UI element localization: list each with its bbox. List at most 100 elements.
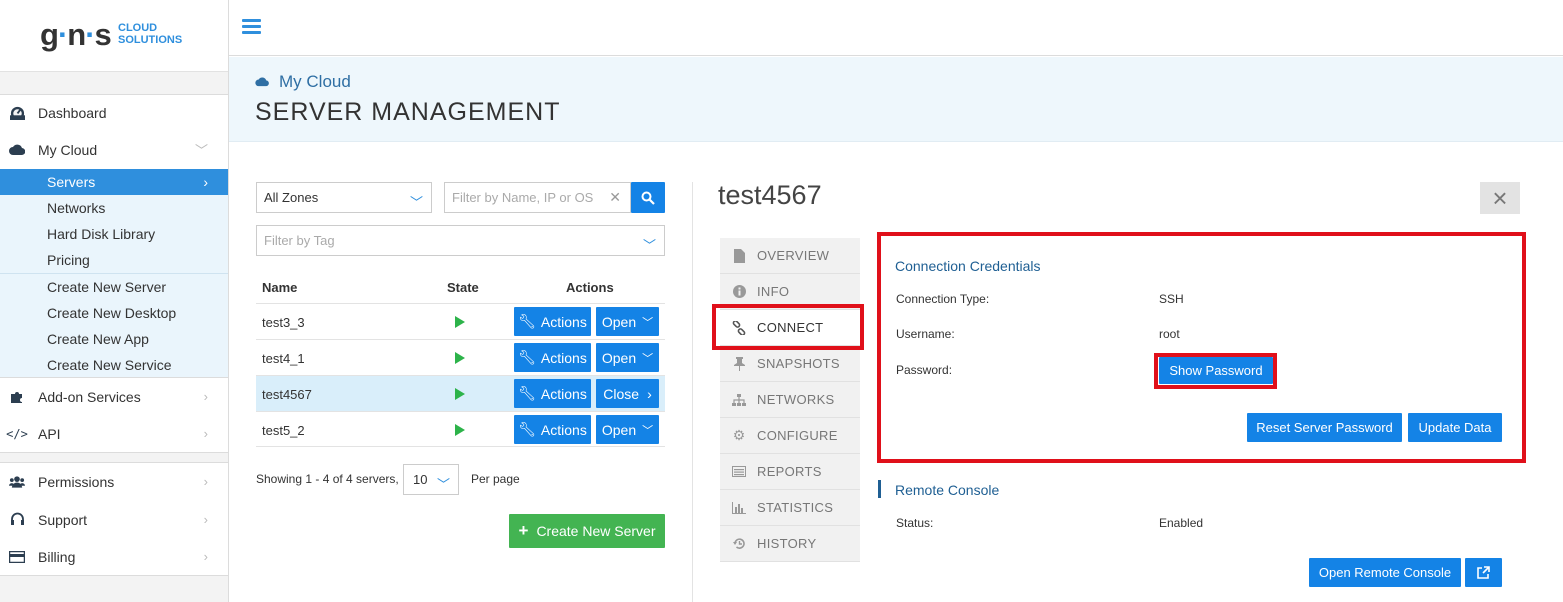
- bar-chart-icon: [732, 501, 746, 515]
- running-icon: [455, 424, 465, 436]
- actions-button[interactable]: 🔧︎ Actions: [514, 343, 591, 372]
- per-page-select[interactable]: 10 ﹀: [403, 464, 459, 495]
- sidebar-subitem-create-app[interactable]: Create New App: [0, 326, 228, 352]
- actions-button-label: Actions: [540, 421, 587, 438]
- table-row[interactable]: test4_1 🔧︎ Actions Open ﹀: [256, 339, 665, 375]
- sidebar-subitem-create-desktop[interactable]: Create New Desktop: [0, 300, 228, 326]
- sidebar-item-my-cloud[interactable]: My Cloud ﹀: [0, 131, 228, 168]
- tab-snapshots[interactable]: SNAPSHOTS: [720, 346, 860, 382]
- sidebar-item-dashboard[interactable]: Dashboard: [0, 94, 228, 131]
- close-panel-button[interactable]: ×: [1480, 182, 1520, 214]
- reset-password-button[interactable]: Reset Server Password: [1247, 413, 1402, 442]
- running-icon: [455, 352, 465, 364]
- open-button[interactable]: Open ﹀: [596, 343, 659, 372]
- open-button-label: Open: [601, 313, 637, 330]
- sidebar-subitem-label: Hard Disk Library: [47, 226, 156, 242]
- actions-button-label: Actions: [540, 349, 587, 366]
- sidebar-item-label: Support: [38, 511, 88, 528]
- tab-label: REPORTS: [757, 464, 822, 479]
- clear-icon[interactable]: ✕: [609, 189, 621, 206]
- tab-overview[interactable]: OVERVIEW: [720, 238, 860, 274]
- open-external-button[interactable]: [1465, 558, 1502, 587]
- sidebar: g·n·s CLOUD SOLUTIONS Dashboard My Cloud …: [0, 0, 229, 602]
- page-title: SERVER MANAGEMENT: [255, 98, 561, 126]
- sidebar-item-billing[interactable]: Billing ›: [0, 538, 228, 575]
- tab-label: CONFIGURE: [757, 428, 838, 443]
- pagination-summary: Showing 1 - 4 of 4 servers,: [256, 472, 399, 486]
- username-value: root: [1159, 327, 1180, 341]
- tab-history[interactable]: HISTORY: [720, 526, 860, 562]
- wrench-icon: 🔧︎: [518, 313, 536, 329]
- close-icon: ×: [1492, 182, 1508, 213]
- logo[interactable]: g·n·s CLOUD SOLUTIONS: [0, 0, 228, 72]
- chevron-down-icon: ﹀: [194, 143, 208, 158]
- tab-networks[interactable]: NETWORKS: [720, 382, 860, 418]
- section-accent: [878, 480, 881, 498]
- users-icon: [9, 474, 25, 490]
- zone-select[interactable]: All Zones ﹀: [256, 182, 432, 213]
- open-button-label: Open: [601, 421, 637, 438]
- update-data-button[interactable]: Update Data: [1408, 413, 1502, 442]
- sidebar-item-permissions[interactable]: Permissions ›: [0, 463, 228, 500]
- sidebar-item-label: Billing: [38, 548, 76, 565]
- connection-type-value: SSH: [1159, 292, 1184, 306]
- chevron-right-icon: ›: [203, 389, 208, 404]
- tag-filter-placeholder: Filter by Tag: [264, 233, 335, 248]
- wrench-icon: 🔧︎: [518, 349, 536, 365]
- tab-label: NETWORKS: [757, 392, 835, 407]
- server-name: test4_1: [262, 351, 305, 366]
- tab-reports[interactable]: REPORTS: [720, 454, 860, 490]
- sidebar-item-support[interactable]: Support ›: [0, 501, 228, 538]
- open-remote-console-button[interactable]: Open Remote Console: [1309, 558, 1461, 587]
- menu-icon[interactable]: [242, 19, 261, 35]
- table-row[interactable]: test5_2 🔧︎ Actions Open ﹀: [256, 411, 665, 447]
- logo-mark: g·n·s: [40, 17, 112, 52]
- table-row[interactable]: test3_3 🔧︎ Actions Open ﹀: [256, 303, 665, 339]
- actions-button[interactable]: 🔧︎ Actions: [514, 379, 591, 408]
- actions-button[interactable]: 🔧︎ Actions: [514, 307, 591, 336]
- logo-text: CLOUD SOLUTIONS: [118, 22, 183, 46]
- chevron-right-icon: ›: [203, 426, 208, 441]
- sidebar-subitem-pricing[interactable]: Pricing: [0, 247, 228, 273]
- create-new-server-button[interactable]: + Create New Server: [509, 514, 665, 548]
- sidebar-subitem-label: Networks: [47, 200, 106, 216]
- tab-configure[interactable]: ⚙︎ CONFIGURE: [720, 418, 860, 454]
- console-status-value: Enabled: [1159, 516, 1204, 530]
- tab-label: STATISTICS: [757, 500, 834, 515]
- sidebar-subitem-create-service[interactable]: Create New Service: [0, 352, 228, 378]
- column-header-state: State: [447, 280, 479, 295]
- actions-button[interactable]: 🔧︎ Actions: [514, 415, 591, 444]
- search-button[interactable]: [631, 182, 665, 213]
- sidebar-subitem-create-server[interactable]: Create New Server: [0, 274, 228, 300]
- table-row-selected[interactable]: test4567 🔧︎ Actions Close ›: [256, 375, 665, 411]
- open-button[interactable]: Open ﹀: [596, 307, 659, 336]
- sidebar-subitem-label: Create New App: [47, 331, 149, 347]
- close-button[interactable]: Close ›: [596, 379, 659, 408]
- sidebar-subitem-hard-disk-library[interactable]: Hard Disk Library: [0, 221, 228, 247]
- sidebar-subitem-servers[interactable]: Servers ›: [0, 169, 228, 195]
- cloud-icon: [9, 142, 25, 158]
- sidebar-item-addon-services[interactable]: Add-on Services ›: [0, 378, 228, 415]
- search-input[interactable]: Filter by Name, IP or OS ✕: [444, 182, 631, 213]
- server-name: test4567: [262, 387, 312, 402]
- sidebar-item-api[interactable]: </> API ›: [0, 415, 228, 452]
- running-icon: [455, 388, 465, 400]
- sidebar-subitem-label: Create New Desktop: [47, 305, 177, 321]
- running-icon: [455, 316, 465, 328]
- breadcrumb[interactable]: My Cloud: [255, 72, 351, 92]
- chevron-right-icon: ›: [203, 549, 208, 564]
- chevron-down-icon: ﹀: [642, 316, 654, 329]
- server-detail-title: test4567: [718, 180, 822, 210]
- create-new-server-label: Create New Server: [536, 523, 656, 539]
- show-password-button[interactable]: Show Password: [1159, 357, 1273, 384]
- page-header: My Cloud SERVER MANAGEMENT: [229, 57, 1563, 142]
- actions-button-label: Actions: [540, 385, 587, 402]
- history-icon: [732, 537, 746, 551]
- tag-filter-select[interactable]: Filter by Tag ﹀: [256, 225, 665, 256]
- panel-divider: [692, 182, 693, 602]
- tab-statistics[interactable]: STATISTICS: [720, 490, 860, 526]
- chevron-down-icon: ﹀: [436, 477, 450, 492]
- puzzle-icon: [9, 389, 25, 405]
- sidebar-subitem-networks[interactable]: Networks: [0, 195, 228, 221]
- open-button[interactable]: Open ﹀: [596, 415, 659, 444]
